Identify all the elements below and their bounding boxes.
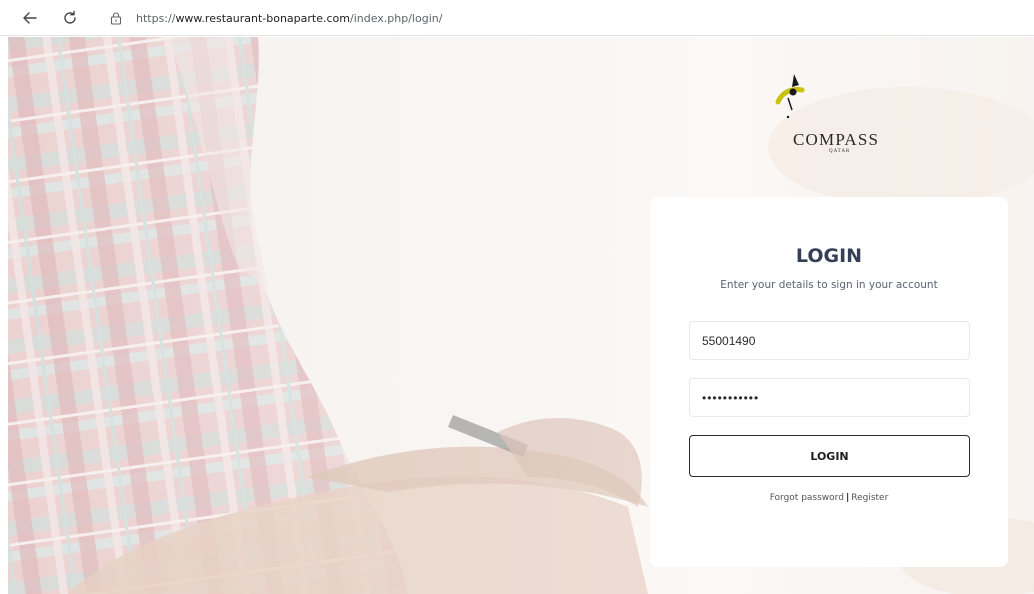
username-input[interactable] xyxy=(689,321,970,360)
arrow-left-icon xyxy=(23,12,37,24)
browser-toolbar: https://www.restaurant-bonaparte.com/ind… xyxy=(0,0,1034,36)
back-button[interactable] xyxy=(19,7,41,29)
account-links: Forgot password | Register xyxy=(650,493,1008,503)
reload-button[interactable] xyxy=(59,7,81,29)
url-text: https://www.restaurant-bonaparte.com/ind… xyxy=(136,12,442,25)
login-card: LOGIN Enter your details to sign in your… xyxy=(650,197,1008,567)
lock-icon xyxy=(110,11,124,25)
register-link[interactable]: Register xyxy=(851,493,888,503)
url-prefix: https:// xyxy=(136,11,176,25)
login-title: LOGIN xyxy=(795,245,863,267)
login-button[interactable]: LOGIN xyxy=(689,435,970,477)
login-subtitle: Enter your details to sign in your accou… xyxy=(720,279,938,291)
logo-text: COMPASS xyxy=(793,130,880,149)
address-bar[interactable]: https://www.restaurant-bonaparte.com/ind… xyxy=(96,5,1026,31)
page: COMPASS QATAR LOGIN Enter your details t… xyxy=(8,37,1034,594)
reload-icon xyxy=(64,10,76,24)
url-host: www.restaurant-bonaparte.com xyxy=(175,11,350,25)
compass-logo-icon xyxy=(775,74,805,119)
password-input[interactable] xyxy=(689,378,970,417)
logo-subtext: QATAR xyxy=(829,149,851,154)
forgot-password-link[interactable]: Forgot password xyxy=(770,493,844,503)
url-path: /index.php/login/ xyxy=(349,11,443,25)
link-separator: | xyxy=(845,493,850,503)
